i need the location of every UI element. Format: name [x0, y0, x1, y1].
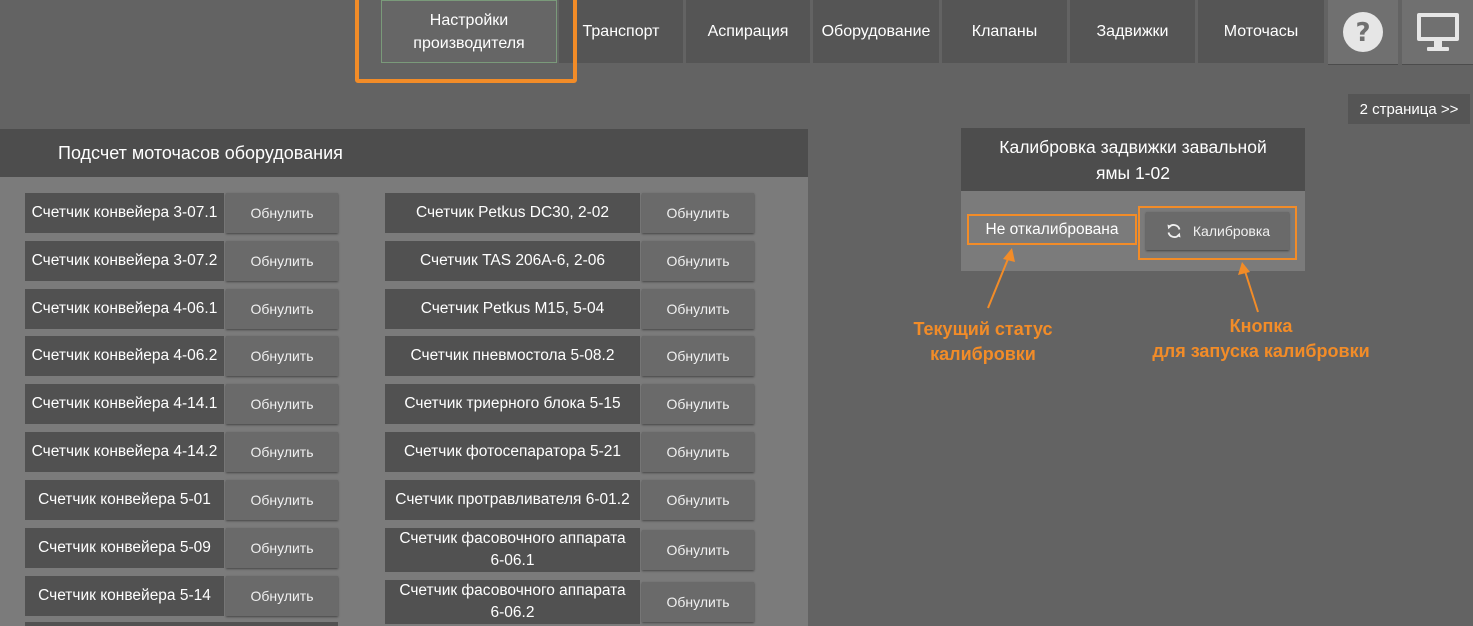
- arrow-to-button-head: [1238, 262, 1250, 275]
- annotation-button: Кнопка для запуска калибровки: [1152, 316, 1370, 361]
- arrow-to-status-head: [1003, 248, 1015, 262]
- arrow-to-button: [1243, 267, 1259, 313]
- arrow-to-status: [987, 253, 1011, 309]
- annotation-status: Текущий статус калибровки: [913, 319, 1053, 364]
- annotation-arrows: [987, 248, 1259, 313]
